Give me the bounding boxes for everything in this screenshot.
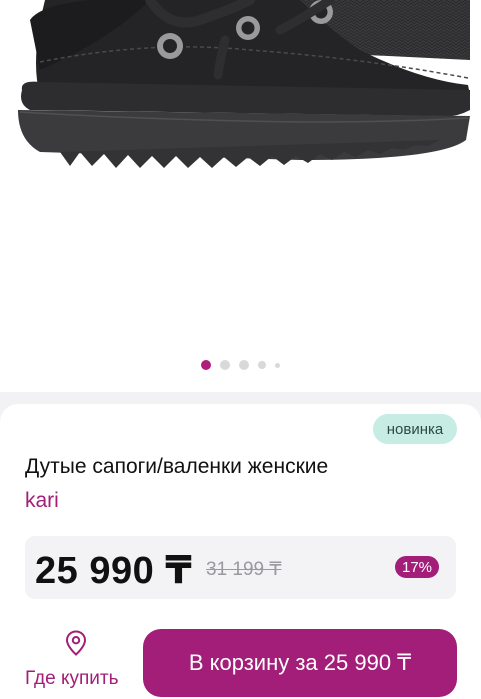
new-badge: новинка — [373, 414, 457, 444]
pagination-dot-active[interactable] — [201, 360, 211, 370]
pagination-dot[interactable] — [239, 360, 249, 370]
boot-image — [18, 0, 470, 168]
add-to-cart-button[interactable]: В корзину за 25 990 ₸ — [143, 629, 457, 697]
product-image-gallery[interactable] — [0, 0, 481, 392]
old-price: 31 199 ₸ — [206, 559, 282, 580]
brand-link[interactable]: kari — [25, 489, 59, 513]
gallery-pagination — [0, 359, 481, 371]
product-title: Дутые сапоги/валенки женские — [25, 455, 329, 478]
pagination-dot[interactable] — [258, 361, 266, 369]
pagination-dot[interactable] — [275, 362, 280, 368]
where-to-buy-button[interactable]: Где купить — [14, 628, 138, 692]
location-pin-icon — [65, 630, 87, 656]
price-box: 25 990 ₸ 31 199 ₸ 17% — [25, 536, 456, 599]
where-to-buy-label: Где купить — [25, 668, 119, 689]
pagination-dot[interactable] — [220, 360, 230, 370]
current-price: 25 990 ₸ — [35, 550, 193, 592]
discount-badge: 17% — [395, 556, 439, 578]
